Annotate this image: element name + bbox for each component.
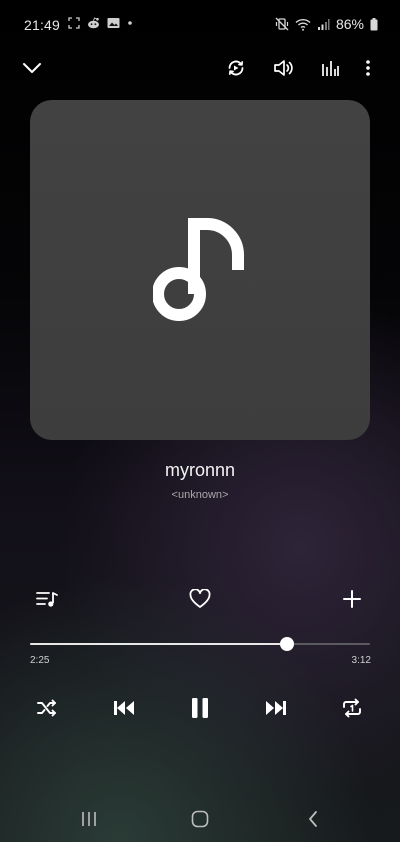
screenshot-icon (68, 17, 80, 29)
add-to-playlist-button[interactable] (334, 581, 370, 617)
elapsed-time: 2:25 (30, 655, 50, 666)
shuffle-button[interactable] (29, 690, 65, 726)
add-icon (343, 590, 361, 608)
home-button[interactable] (182, 801, 218, 837)
reddit-icon (88, 17, 99, 29)
signal-icon (317, 18, 330, 30)
shuffle-icon (37, 699, 56, 717)
repeat-one-icon (343, 698, 361, 718)
collapse-button[interactable] (14, 50, 50, 86)
progress-slider[interactable] (30, 637, 370, 651)
recents-icon (82, 812, 96, 826)
wifi-icon (295, 18, 311, 31)
back-button[interactable] (295, 801, 331, 837)
equalizer-icon (322, 61, 339, 76)
play-pause-button[interactable] (182, 690, 218, 726)
progress-fill (30, 643, 287, 645)
status-system-icons: 86% (275, 16, 378, 32)
vibrate-mute-icon (275, 17, 289, 31)
gallery-icon (107, 18, 120, 28)
more-vertical-icon (366, 60, 370, 76)
equalizer-button[interactable] (312, 50, 348, 86)
skip-previous-icon (114, 701, 134, 715)
more-options-button[interactable] (350, 50, 386, 86)
back-icon (309, 811, 317, 827)
status-notification-icons (68, 17, 133, 29)
total-duration: 3:12 (351, 655, 371, 666)
pause-icon (192, 698, 208, 718)
home-icon (191, 810, 209, 828)
queue-button[interactable] (29, 581, 65, 617)
battery-percent: 86% (335, 16, 364, 32)
chevron-down-icon (23, 63, 41, 73)
heart-icon (189, 589, 211, 608)
notification-dot-icon (128, 21, 132, 25)
recents-button[interactable] (71, 801, 107, 837)
playlist-icon (36, 592, 58, 607)
track-title: myronnn (164, 460, 236, 480)
cast-icon (228, 60, 244, 76)
status-bar: 21:49 86% (0, 0, 400, 50)
volume-button[interactable] (266, 50, 302, 86)
next-button[interactable] (258, 690, 294, 726)
music-note-icon (153, 218, 244, 321)
volume-icon (274, 60, 293, 76)
previous-button[interactable] (106, 690, 142, 726)
favorite-button[interactable] (182, 581, 218, 617)
track-artist: <unknown> (171, 489, 229, 501)
repeat-button[interactable] (334, 690, 370, 726)
smart-view-button[interactable] (218, 50, 254, 86)
skip-next-icon (266, 701, 286, 715)
battery-icon (370, 17, 378, 30)
progress-thumb[interactable] (279, 637, 294, 651)
system-nav-bar (0, 796, 400, 842)
album-art (30, 100, 370, 440)
status-time: 21:49 (24, 17, 61, 33)
